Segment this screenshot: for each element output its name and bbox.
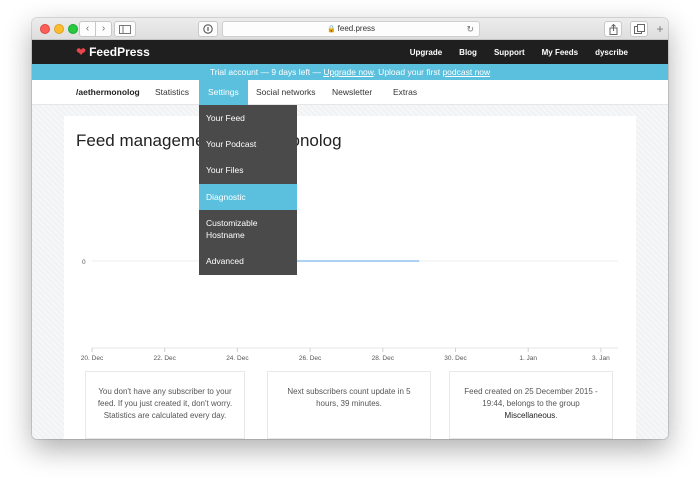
x-tick-label: 1. Jan	[519, 355, 537, 362]
menu-item-diagnostic[interactable]: Diagnostic	[199, 184, 297, 210]
feed-created-box: Feed created on 25 December 2015 - 19:44…	[449, 371, 613, 439]
menu-item-your-podcast[interactable]: Your Podcast	[199, 138, 297, 152]
menu-item-your-feed[interactable]: Your Feed	[199, 112, 297, 126]
menu-item-your-files[interactable]: Your Files	[199, 164, 297, 178]
y-tick-label: 0	[82, 259, 86, 266]
period-text: .	[555, 411, 558, 420]
menu-item-advanced[interactable]: Advanced	[199, 255, 297, 269]
x-tick-label: 24. Dec	[226, 355, 249, 362]
next-update-text: Next subscribers count update in 5 hours…	[287, 387, 411, 408]
browser-window: ‹ › 🔒 feed.press ↻ + ❤ FeedPress Upgrade …	[32, 18, 668, 439]
settings-dropdown: Your Feed Your Podcast Your Files Diagno…	[199, 105, 297, 275]
feed-created-text: Feed created on 25 December 2015 - 19:44…	[464, 387, 598, 408]
x-tick-label: 26. Dec	[299, 355, 322, 362]
next-update-box: Next subscribers count update in 5 hours…	[267, 371, 431, 439]
x-tick-label: 3. Jan	[592, 355, 610, 362]
x-tick-label: 22. Dec	[153, 355, 176, 362]
group-link[interactable]: Miscellaneous	[505, 411, 556, 420]
subscribers-info-box: You don't have any subscriber to your fe…	[85, 371, 245, 439]
x-tick-label: 30. Dec	[444, 355, 467, 362]
menu-item-customizable-hostname[interactable]: Customizable Hostname	[199, 217, 297, 243]
x-tick-label: 28. Dec	[372, 355, 395, 362]
subscribers-info-text: You don't have any subscriber to your fe…	[97, 387, 233, 420]
x-tick-label: 20. Dec	[81, 355, 104, 362]
